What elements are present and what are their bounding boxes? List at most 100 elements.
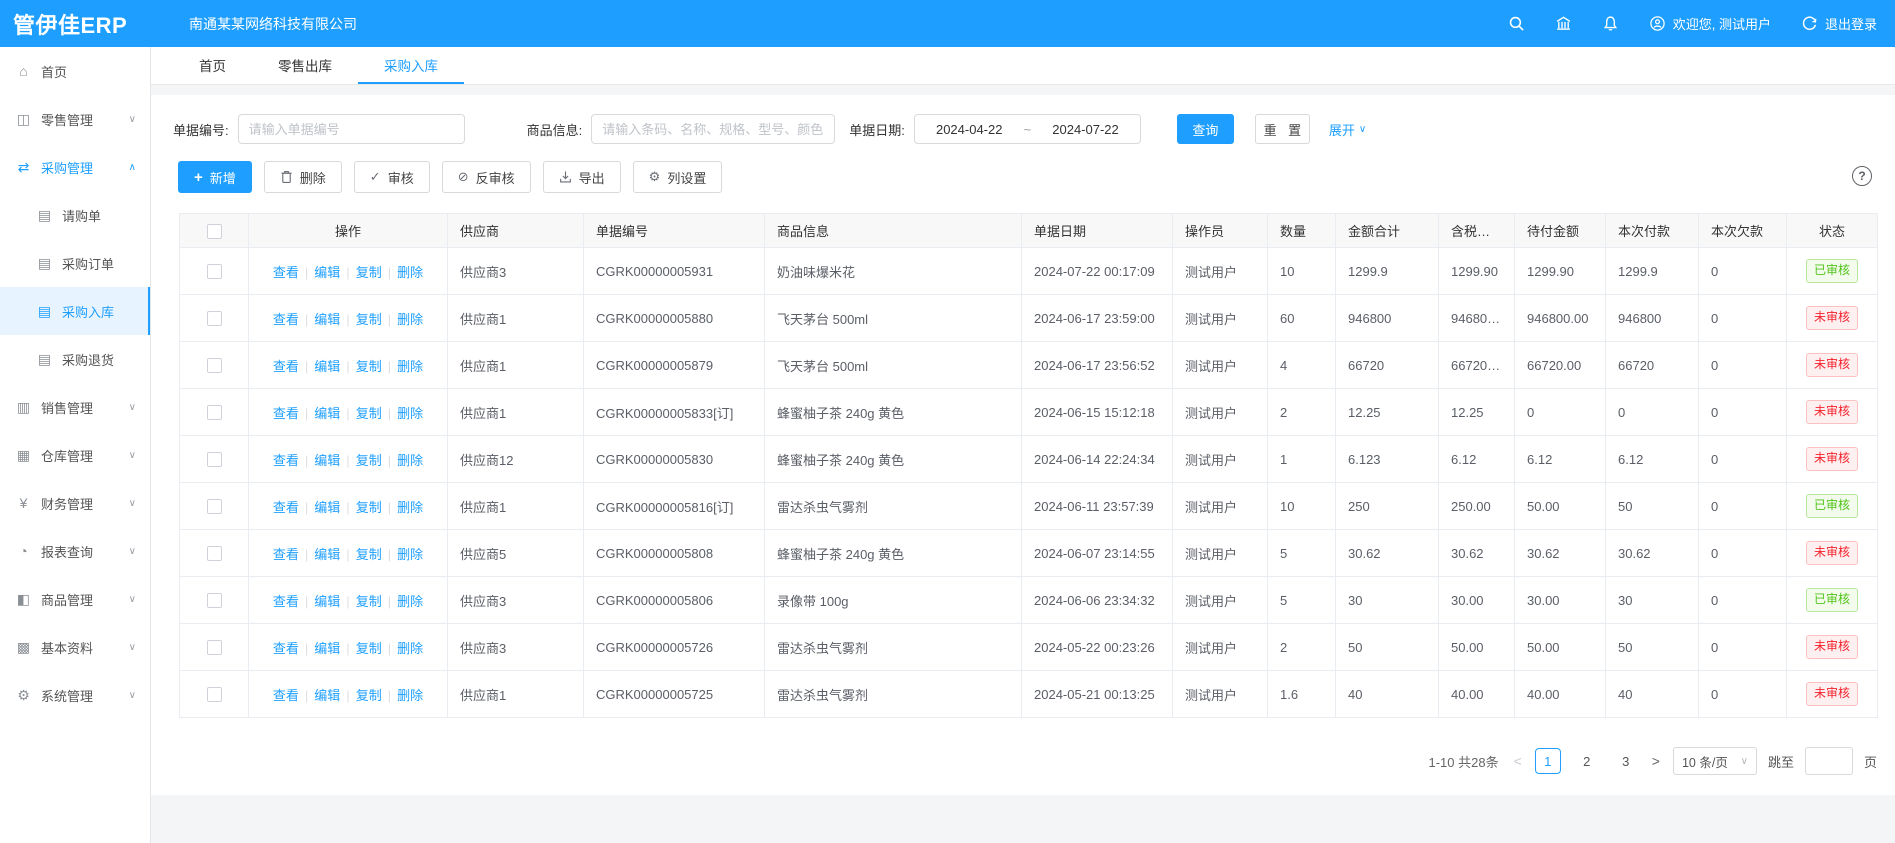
row-checkbox[interactable]	[207, 687, 222, 702]
delete-link[interactable]: 删除	[397, 359, 423, 374]
table-row: 查看|编辑|复制|删除供应商5CGRK00000005808蜂蜜柚子茶 240g…	[180, 530, 1878, 577]
add-button[interactable]: + 新增	[178, 161, 252, 193]
row-checkbox[interactable]	[207, 358, 222, 373]
audit-button[interactable]: ✓ 审核	[354, 161, 430, 193]
copy-link[interactable]: 复制	[356, 265, 382, 280]
sidebar-item-finance[interactable]: ¥财务管理∨	[0, 479, 150, 527]
delete-link[interactable]: 删除	[397, 641, 423, 656]
column-settings-button[interactable]: ⚙ 列设置	[633, 161, 723, 193]
edit-link[interactable]: 编辑	[314, 547, 340, 562]
view-link[interactable]: 查看	[273, 594, 299, 609]
delete-link[interactable]: 删除	[397, 547, 423, 562]
sidebar-item-home[interactable]: ⌂首页	[0, 47, 150, 95]
user-menu[interactable]: 欢迎您, 测试用户	[1649, 14, 1771, 33]
sidebar-item-purchase-order[interactable]: ▤采购订单	[0, 239, 150, 287]
bank-icon[interactable]	[1555, 15, 1572, 32]
bill-no-input[interactable]	[238, 114, 465, 144]
row-checkbox[interactable]	[207, 452, 222, 467]
edit-link[interactable]: 编辑	[314, 453, 340, 468]
search-icon[interactable]	[1508, 15, 1525, 32]
sidebar-item-retail[interactable]: ◫零售管理∨	[0, 95, 150, 143]
sidebar-item-goods[interactable]: ◧商品管理∨	[0, 575, 150, 623]
view-link[interactable]: 查看	[273, 265, 299, 280]
sidebar-item-purchase-return[interactable]: ▤采购退货	[0, 335, 150, 383]
delete-link[interactable]: 删除	[397, 265, 423, 280]
delete-link[interactable]: 删除	[397, 406, 423, 421]
link-separator: |	[388, 688, 391, 703]
row-checkbox[interactable]	[207, 593, 222, 608]
row-checkbox[interactable]	[207, 264, 222, 279]
export-button[interactable]: 导出	[543, 161, 621, 193]
sidebar-item-system[interactable]: ⚙系统管理∨	[0, 671, 150, 719]
view-link[interactable]: 查看	[273, 500, 299, 515]
copy-link[interactable]: 复制	[356, 547, 382, 562]
bell-icon[interactable]	[1602, 15, 1619, 32]
check-icon: ✓	[370, 169, 381, 185]
cell-payable: 6.12	[1515, 436, 1606, 483]
sidebar-item-purchase[interactable]: ⇄采购管理∧	[0, 143, 150, 191]
next-page-button[interactable]: >	[1650, 753, 1662, 769]
row-checkbox[interactable]	[207, 640, 222, 655]
reset-button[interactable]: 重 置	[1255, 114, 1310, 144]
edit-link[interactable]: 编辑	[314, 641, 340, 656]
edit-link[interactable]: 编辑	[314, 359, 340, 374]
sidebar-item-report[interactable]: ◔报表查询∨	[0, 527, 150, 575]
edit-link[interactable]: 编辑	[314, 265, 340, 280]
row-checkbox[interactable]	[207, 311, 222, 326]
delete-link[interactable]: 删除	[397, 594, 423, 609]
tab-home[interactable]: 首页	[173, 47, 252, 84]
delete-link[interactable]: 删除	[397, 688, 423, 703]
date-range-input[interactable]: 2024-04-22 ~ 2024-07-22	[914, 114, 1141, 144]
view-link[interactable]: 查看	[273, 406, 299, 421]
sidebar-item-basic[interactable]: ▩基本资料∨	[0, 623, 150, 671]
select-all-checkbox[interactable]	[207, 224, 222, 239]
delete-button[interactable]: 删除	[264, 161, 342, 193]
prev-page-button[interactable]: <	[1512, 753, 1524, 769]
copy-link[interactable]: 复制	[356, 406, 382, 421]
row-checkbox[interactable]	[207, 499, 222, 514]
delete-link[interactable]: 删除	[397, 500, 423, 515]
delete-link[interactable]: 删除	[397, 312, 423, 327]
search-button[interactable]: 查询	[1177, 114, 1234, 144]
product-info-input[interactable]	[591, 114, 835, 144]
edit-link[interactable]: 编辑	[314, 406, 340, 421]
copy-link[interactable]: 复制	[356, 359, 382, 374]
page-2[interactable]: 2	[1574, 748, 1600, 774]
row-checkbox[interactable]	[207, 405, 222, 420]
copy-link[interactable]: 复制	[356, 312, 382, 327]
page-3[interactable]: 3	[1613, 748, 1639, 774]
view-link[interactable]: 查看	[273, 312, 299, 327]
view-link[interactable]: 查看	[273, 688, 299, 703]
table-body: 查看|编辑|复制|删除供应商3CGRK00000005931奶油味爆米花2024…	[180, 248, 1878, 718]
copy-link[interactable]: 复制	[356, 594, 382, 609]
sidebar-item-purchase-request[interactable]: ▤请购单	[0, 191, 150, 239]
edit-link[interactable]: 编辑	[314, 594, 340, 609]
view-link[interactable]: 查看	[273, 359, 299, 374]
sidebar-item-sales[interactable]: ▥销售管理∨	[0, 383, 150, 431]
edit-link[interactable]: 编辑	[314, 688, 340, 703]
sidebar-item-purchase-inbound[interactable]: ▤采购入库	[0, 287, 150, 335]
copy-link[interactable]: 复制	[356, 500, 382, 515]
delete-link[interactable]: 删除	[397, 453, 423, 468]
copy-link[interactable]: 复制	[356, 688, 382, 703]
tab-retail-outbound[interactable]: 零售出库	[252, 47, 358, 84]
edit-link[interactable]: 编辑	[314, 312, 340, 327]
sidebar-item-warehouse[interactable]: ▦仓库管理∨	[0, 431, 150, 479]
view-link[interactable]: 查看	[273, 641, 299, 656]
view-link[interactable]: 查看	[273, 453, 299, 468]
expand-link[interactable]: 展开 ∨	[1329, 120, 1366, 139]
page-size-select[interactable]: 10 条/页 ∨	[1673, 747, 1757, 775]
jump-label: 跳至	[1768, 752, 1794, 771]
row-checkbox[interactable]	[207, 546, 222, 561]
cell-amount: 946800	[1336, 295, 1439, 342]
help-icon[interactable]: ?	[1852, 166, 1872, 186]
edit-link[interactable]: 编辑	[314, 500, 340, 515]
tab-purchase-inbound[interactable]: 采购入库	[358, 47, 464, 84]
view-link[interactable]: 查看	[273, 547, 299, 562]
logout-button[interactable]: 退出登录	[1801, 14, 1877, 33]
copy-link[interactable]: 复制	[356, 641, 382, 656]
jump-page-input[interactable]	[1805, 747, 1853, 775]
unaudit-button[interactable]: ⊘ 反审核	[442, 161, 531, 193]
page-1[interactable]: 1	[1535, 748, 1561, 774]
copy-link[interactable]: 复制	[356, 453, 382, 468]
